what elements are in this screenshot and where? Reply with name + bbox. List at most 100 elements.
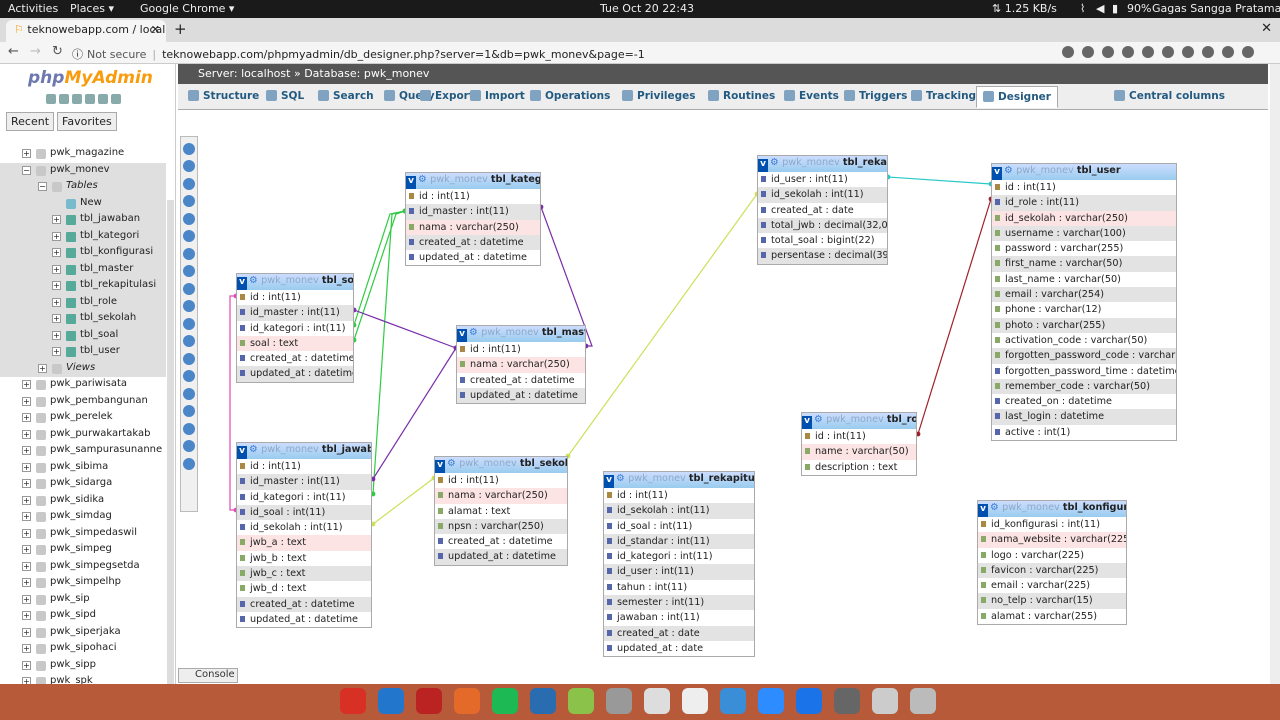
dock-app-icon[interactable] <box>530 688 556 714</box>
home-icon[interactable] <box>46 94 56 104</box>
table-column[interactable]: created_at : datetime <box>457 373 585 388</box>
table-column[interactable]: forgotten_password_time : datetime <box>992 364 1176 379</box>
tree-item-label[interactable]: New <box>80 197 102 208</box>
designer-tool-icon[interactable] <box>183 230 195 242</box>
table-column[interactable]: alamat : varchar(255) <box>978 609 1126 624</box>
expand-toggle-icon[interactable]: + <box>22 479 31 488</box>
tree-item-label[interactable]: tbl_user <box>80 345 120 356</box>
expand-toggle-icon[interactable]: + <box>22 495 31 505</box>
expand-toggle-icon[interactable]: + <box>52 248 61 257</box>
tree-item-label[interactable]: pwk_purwakartakab <box>50 428 150 439</box>
toggle-columns-button[interactable]: v <box>457 329 467 342</box>
volume-icon[interactable]: ◀ <box>1096 2 1104 15</box>
expand-toggle-icon[interactable]: + <box>22 594 31 604</box>
table-column[interactable]: id_master : int(11) <box>237 474 371 490</box>
table-options-icon[interactable]: ⚙ <box>990 502 1002 513</box>
table-column[interactable]: id : int(11) <box>435 473 567 488</box>
table-column[interactable]: created_at : datetime <box>237 351 353 366</box>
relation-line[interactable] <box>567 193 758 457</box>
expand-toggle-icon[interactable]: − <box>38 182 47 191</box>
expand-toggle-icon[interactable]: + <box>22 380 31 389</box>
tree-item[interactable]: − Tables <box>0 179 166 196</box>
table-tbl-soal[interactable]: v⚙ pwk_monev tbl_soalid : int(11) id_mast… <box>236 273 354 383</box>
expand-toggle-icon[interactable]: + <box>22 545 31 554</box>
tree-item-label[interactable]: tbl_konfigurasi <box>80 246 153 257</box>
back-icon[interactable]: ← <box>8 44 19 59</box>
table-column[interactable]: id : int(11) <box>457 342 585 357</box>
table-column[interactable]: id_soal : int(11) <box>237 504 371 521</box>
tree-item-label[interactable]: tbl_role <box>80 296 117 307</box>
tree-item-label[interactable]: pwk_magazine <box>50 147 124 158</box>
url-field[interactable]: ⓘ Not secure | teknowebapp.com/phpmyadmin/d… <box>72 44 1052 62</box>
dock-app-icon[interactable] <box>720 688 746 714</box>
table-column[interactable]: id_master : int(11) <box>406 204 540 220</box>
tree-item[interactable]: + pwk_simdag <box>0 509 166 526</box>
table-options-icon[interactable]: ⚙ <box>469 327 481 338</box>
tree-item[interactable]: + tbl_user <box>0 344 166 361</box>
expand-toggle-icon[interactable]: + <box>22 429 31 439</box>
table-column[interactable]: forgotten_password_code : varchar(50) <box>992 348 1176 364</box>
tree-item-label[interactable]: tbl_master <box>80 263 133 274</box>
table-column[interactable]: jwb_c : text <box>237 566 371 582</box>
designer-tool-icon[interactable] <box>183 195 195 207</box>
table-column[interactable]: npsn : varchar(250) <box>435 518 567 535</box>
table-column[interactable]: id_role : int(11) <box>992 195 1176 211</box>
dock-app-icon[interactable] <box>340 688 366 714</box>
tree-item[interactable]: + pwk_sip <box>0 592 166 609</box>
dock-app-icon[interactable] <box>796 688 822 714</box>
tree-item[interactable]: + pwk_sidika <box>0 493 166 510</box>
table-header[interactable]: v⚙ pwk_monev tbl_konfigurasi <box>978 501 1126 517</box>
table-column[interactable]: created_at : datetime <box>237 596 371 612</box>
toggle-columns-button[interactable]: v <box>992 167 1002 180</box>
tree-item-label[interactable]: pwk_simdag <box>50 510 112 521</box>
designer-tool-icon[interactable] <box>183 282 195 295</box>
tree-item[interactable]: + pwk_pariwisata <box>0 377 166 394</box>
tree-item[interactable]: + pwk_sibima <box>0 460 166 477</box>
table-column[interactable]: updated_at : datetime <box>435 549 567 565</box>
expand-toggle-icon[interactable]: + <box>52 347 61 356</box>
expand-toggle-icon[interactable]: + <box>38 363 47 373</box>
close-tab-icon[interactable]: ✕ <box>151 23 160 36</box>
expand-toggle-icon[interactable]: + <box>22 611 31 620</box>
table-tbl-user[interactable]: v ⚙ pwk_monev tbl_user id : int(11) id_role… <box>991 163 1177 442</box>
tree-item[interactable]: + pwk_sipp <box>0 658 166 675</box>
dock-app-icon[interactable] <box>378 688 404 714</box>
table-options-icon[interactable]: ⚙ <box>249 275 261 286</box>
table-column[interactable]: activation_code : varchar(50) <box>992 333 1176 348</box>
tree-item[interactable]: + pwk_simpeg <box>0 542 166 559</box>
tree-item-label[interactable]: tbl_jawaban <box>80 213 140 224</box>
zoom-icon[interactable] <box>1082 46 1094 58</box>
toggle-columns-button[interactable]: v <box>237 277 247 290</box>
designer-tool-icon[interactable] <box>183 247 195 260</box>
table-column[interactable]: created_at : date <box>604 625 754 641</box>
tree-item[interactable]: + tbl_jawaban <box>0 212 166 229</box>
table-column[interactable]: password : varchar(255) <box>992 241 1176 256</box>
designer-tool-icon[interactable] <box>183 300 195 312</box>
table-column[interactable]: id : int(11) <box>802 429 916 444</box>
logout-icon[interactable] <box>59 94 69 104</box>
table-tbl-rekap[interactable]: v⚙ pwk_monev tbl_rekap id_user : int(11) i… <box>757 155 888 265</box>
reload-navigation-icon[interactable] <box>111 94 121 104</box>
tree-item[interactable]: + pwk_sidarga <box>0 476 166 493</box>
table-column[interactable]: created_at : datetime <box>435 534 567 549</box>
tree-item-label[interactable]: pwk_sipohaci <box>50 642 117 653</box>
favorites-button[interactable]: Favorites <box>57 112 117 131</box>
expand-toggle-icon[interactable]: + <box>22 578 31 587</box>
profile-avatar-icon[interactable] <box>1222 46 1234 58</box>
designer-tool-icon[interactable] <box>183 422 195 435</box>
tree-item[interactable]: + pwk_purwakartakab <box>0 427 166 444</box>
table-column[interactable]: updated_at : date <box>604 641 754 656</box>
tree-item-label[interactable]: pwk_simpeg <box>50 543 112 554</box>
chrome-app-menu[interactable]: Google Chrome ▾ <box>140 2 234 15</box>
extension-icon[interactable] <box>1142 46 1154 58</box>
tree-item-label[interactable]: pwk_monev <box>50 164 110 175</box>
table-column[interactable]: id_konfigurasi : int(11) <box>978 517 1126 532</box>
table-tbl-sekolah[interactable]: v⚙ pwk_monev tbl_sekolahid : int(11) nama… <box>434 456 568 566</box>
sidebar-scrollbar[interactable] <box>167 200 174 684</box>
expand-toggle-icon[interactable]: + <box>52 314 61 323</box>
table-column[interactable]: created_at : datetime <box>406 234 540 251</box>
table-tbl-kategori[interactable]: v⚙ pwk_monev tbl_kategoriid : int(11) id_… <box>405 172 541 267</box>
tree-item-label[interactable]: pwk_sampurasunanne <box>50 444 162 455</box>
tree-item-label[interactable]: pwk_sidika <box>50 494 104 505</box>
tree-item[interactable]: New <box>0 195 166 212</box>
